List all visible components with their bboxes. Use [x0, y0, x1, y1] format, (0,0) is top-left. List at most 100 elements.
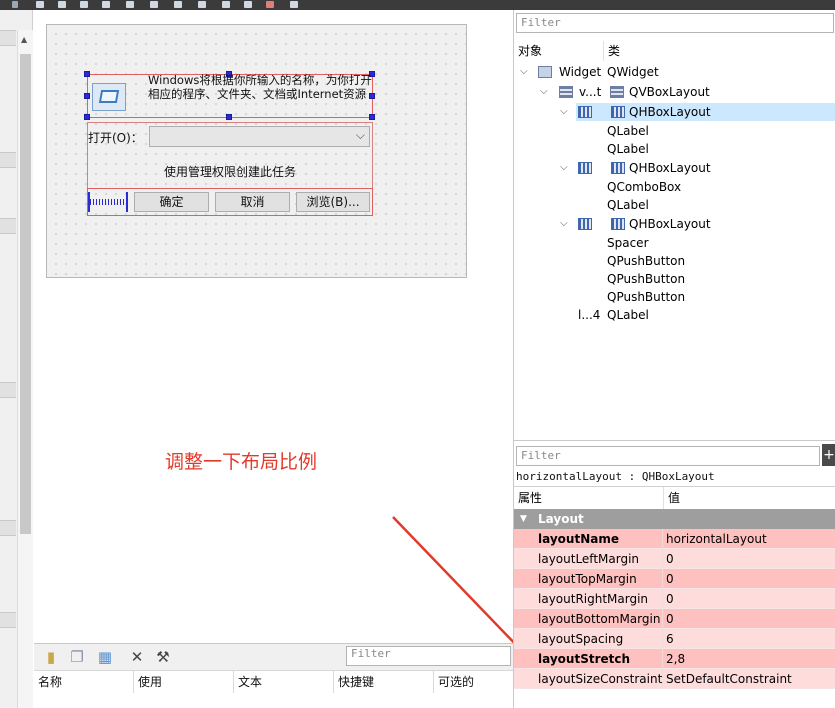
resize-handle[interactable] — [226, 114, 232, 120]
object-class: QLabel — [607, 142, 649, 156]
chevron-down-icon[interactable]: ⌵ — [560, 159, 568, 177]
column-name[interactable]: 名称 — [34, 671, 134, 693]
value-column-header[interactable]: 值 — [664, 487, 835, 509]
object-column-header[interactable]: 对象 — [514, 41, 604, 61]
ok-button[interactable]: 确定 — [134, 192, 209, 212]
property-name: layoutRightMargin — [514, 589, 663, 609]
chevron-down-icon[interactable]: ⌵ — [560, 106, 568, 117]
property-row-sizeconstraint[interactable]: layoutSizeConstraint SetDefaultConstrain… — [514, 669, 835, 689]
object-class: QPushButton — [607, 290, 686, 304]
object-class: QLabel — [607, 308, 649, 322]
chevron-down-icon[interactable]: ⌵ — [540, 83, 548, 101]
object-class: QLabel — [607, 198, 649, 212]
tree-row-qlabel-l4[interactable]: l...4 QLabel — [514, 306, 835, 324]
resize-handle[interactable] — [84, 114, 90, 120]
property-value[interactable]: SetDefaultConstraint — [666, 669, 792, 689]
column-shortcut[interactable]: 快捷键 — [334, 671, 434, 693]
signal-edit-icon[interactable] — [58, 1, 66, 8]
property-value[interactable]: 0 — [666, 589, 674, 609]
property-value[interactable]: horizontalLayout — [666, 529, 767, 549]
layout-form-icon[interactable] — [244, 1, 252, 8]
tree-row-qpushbutton[interactable]: QPushButton — [514, 288, 835, 306]
break-layout-icon[interactable] — [266, 1, 274, 8]
property-name: layoutBottomMargin — [514, 609, 663, 629]
layout-splitter-h-icon[interactable] — [174, 1, 182, 8]
paste-action-icon[interactable]: ▦ — [96, 648, 114, 666]
widget-category-header[interactable] — [0, 152, 16, 168]
action-filter-input[interactable]: Filter — [346, 646, 511, 666]
tree-row-spacer[interactable]: Spacer — [514, 234, 835, 252]
adjust-size-icon[interactable] — [290, 1, 298, 8]
property-column-header[interactable]: 属性 — [514, 487, 664, 509]
open-label: 打开(O)： — [88, 131, 143, 145]
property-row-stretch[interactable]: layoutStretch 2,8 — [514, 649, 835, 669]
tab-order-icon[interactable] — [102, 1, 110, 8]
widget-category-header[interactable] — [0, 382, 16, 398]
hbox-layout-icon — [578, 162, 592, 174]
property-editor-title: horizontalLayout : QHBoxLayout — [516, 470, 715, 483]
new-action-icon[interactable]: ▮ — [42, 648, 60, 666]
widget-category-header[interactable] — [0, 30, 16, 46]
column-text[interactable]: 文本 — [234, 671, 334, 693]
annotation-text: 调整一下布局比例 — [165, 451, 318, 473]
scroll-up-icon[interactable]: ▲ — [21, 36, 27, 44]
property-row-layoutname[interactable]: layoutName horizontalLayout — [514, 529, 835, 549]
property-row-topmargin[interactable]: layoutTopMargin 0 — [514, 569, 835, 589]
tree-row-widget[interactable]: ⌵ Widget QWidget — [514, 63, 835, 81]
layout-vertical-icon[interactable] — [150, 1, 158, 8]
tree-row-hboxlayout-3[interactable]: ⌵ QHBoxLayout — [514, 215, 835, 233]
vbox-layout-icon — [559, 86, 573, 98]
tree-row-vboxlayout[interactable]: ⌵ v...t QVBoxLayout — [514, 83, 835, 101]
tree-row-hboxlayout-1[interactable]: QHBoxLayout — [576, 103, 835, 121]
close-icon[interactable] — [12, 1, 18, 8]
widget-category-header[interactable] — [0, 612, 16, 628]
tree-row-hboxlayout-2[interactable]: ⌵ QHBoxLayout — [514, 159, 835, 177]
property-row-leftmargin[interactable]: layoutLeftMargin 0 — [514, 549, 835, 569]
property-group-layout[interactable]: ▼ Layout — [514, 509, 835, 529]
property-value[interactable]: 2,8 — [666, 649, 685, 669]
widget-category-header[interactable] — [0, 520, 16, 536]
chevron-down-icon[interactable]: ▼ — [520, 509, 527, 529]
tree-row-qpushbutton[interactable]: QPushButton — [514, 252, 835, 270]
tree-row-qlabel[interactable]: QLabel — [514, 140, 835, 158]
property-value[interactable]: 0 — [666, 569, 674, 589]
tree-row-qpushbutton[interactable]: QPushButton — [514, 270, 835, 288]
buddy-edit-icon[interactable] — [80, 1, 88, 8]
chevron-down-icon[interactable]: ⌵ — [356, 128, 365, 143]
add-property-icon[interactable]: + — [822, 444, 835, 466]
object-filter-input[interactable]: Filter — [516, 13, 834, 33]
widget-edit-icon[interactable] — [36, 1, 44, 8]
cancel-button[interactable]: 取消 — [215, 192, 290, 212]
horizontal-spacer[interactable] — [88, 192, 128, 212]
property-filter-input[interactable]: Filter — [516, 446, 820, 466]
tree-row-qlabel[interactable]: QLabel — [514, 122, 835, 140]
chevron-down-icon[interactable]: ⌵ — [560, 215, 568, 233]
object-class: QHBoxLayout — [629, 217, 711, 231]
configure-icon[interactable]: ⚒ — [154, 648, 172, 666]
property-value[interactable]: 6 — [666, 629, 674, 649]
delete-action-icon[interactable]: ✕ — [128, 648, 146, 666]
property-row-rightmargin[interactable]: layoutRightMargin 0 — [514, 589, 835, 609]
browse-button[interactable]: 浏览(B)... — [296, 192, 370, 212]
vertical-scrollbar[interactable]: ▲ — [17, 30, 33, 708]
layout-horizontal-icon[interactable] — [126, 1, 134, 8]
layout-splitter-v-icon[interactable] — [198, 1, 206, 8]
copy-action-icon[interactable]: ❐ — [68, 648, 86, 666]
resize-handle[interactable] — [84, 71, 90, 77]
resize-handle[interactable] — [369, 114, 375, 120]
property-row-bottommargin[interactable]: layoutBottomMargin 0 — [514, 609, 835, 629]
chevron-down-icon[interactable]: ⌵ — [520, 63, 528, 81]
layout-grid-icon[interactable] — [222, 1, 230, 8]
open-combobox[interactable]: ⌵ — [149, 126, 370, 147]
tree-row-qlabel[interactable]: QLabel — [514, 196, 835, 214]
scrollbar-thumb[interactable] — [20, 54, 31, 534]
column-checkable[interactable]: 可选的 — [434, 671, 513, 693]
column-used[interactable]: 使用 — [134, 671, 234, 693]
property-value[interactable]: 0 — [666, 549, 674, 569]
resize-handle[interactable] — [84, 93, 90, 99]
class-column-header[interactable]: 类 — [604, 41, 835, 61]
property-row-spacing[interactable]: layoutSpacing 6 — [514, 629, 835, 649]
widget-category-header[interactable] — [0, 218, 16, 234]
tree-row-qcombobox[interactable]: QComboBox — [514, 178, 835, 196]
property-value[interactable]: 0 — [666, 609, 674, 629]
